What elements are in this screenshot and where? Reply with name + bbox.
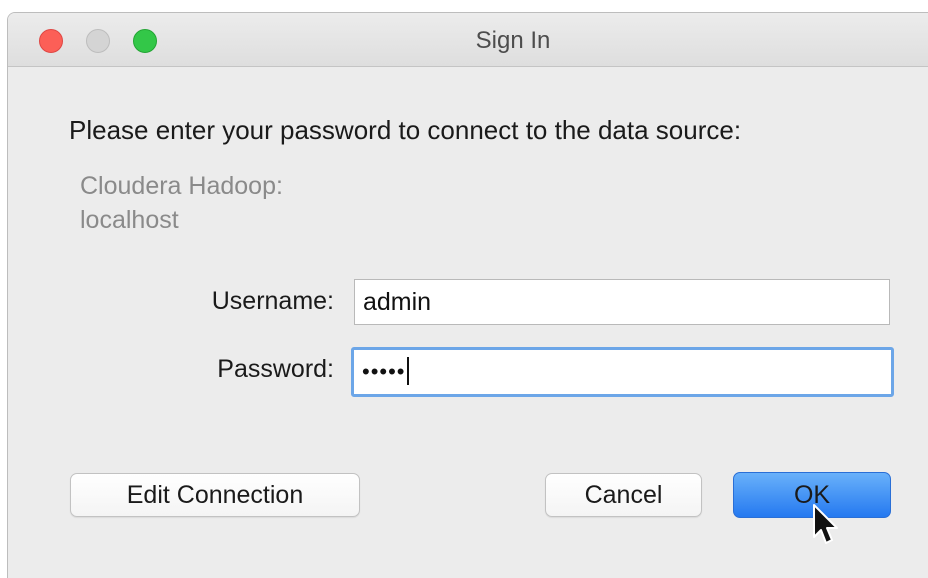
password-prompt: Please enter your password to connect to… — [69, 115, 742, 145]
password-masked-value: ••••• — [362, 359, 406, 384]
title-bar[interactable]: Sign In — [8, 13, 928, 67]
text-caret — [406, 357, 409, 386]
password-field[interactable]: ••••• — [351, 347, 894, 397]
data-source-host: localhost — [80, 206, 179, 234]
cancel-button[interactable]: Cancel — [545, 473, 702, 517]
edit-connection-button[interactable]: Edit Connection — [70, 473, 360, 517]
sign-in-dialog: Sign In Please enter your password to co… — [7, 12, 928, 578]
username-value: admin — [363, 288, 432, 316]
username-label: Username: — [211, 287, 334, 315]
password-label: Password: — [217, 355, 334, 383]
data-source-name: Cloudera Hadoop: — [80, 172, 283, 200]
window-title: Sign In — [475, 27, 551, 54]
mouse-pointer-icon — [813, 504, 838, 544]
data-source-info: Cloudera Hadoop: localhost — [80, 169, 283, 237]
username-field[interactable]: admin — [354, 279, 890, 325]
